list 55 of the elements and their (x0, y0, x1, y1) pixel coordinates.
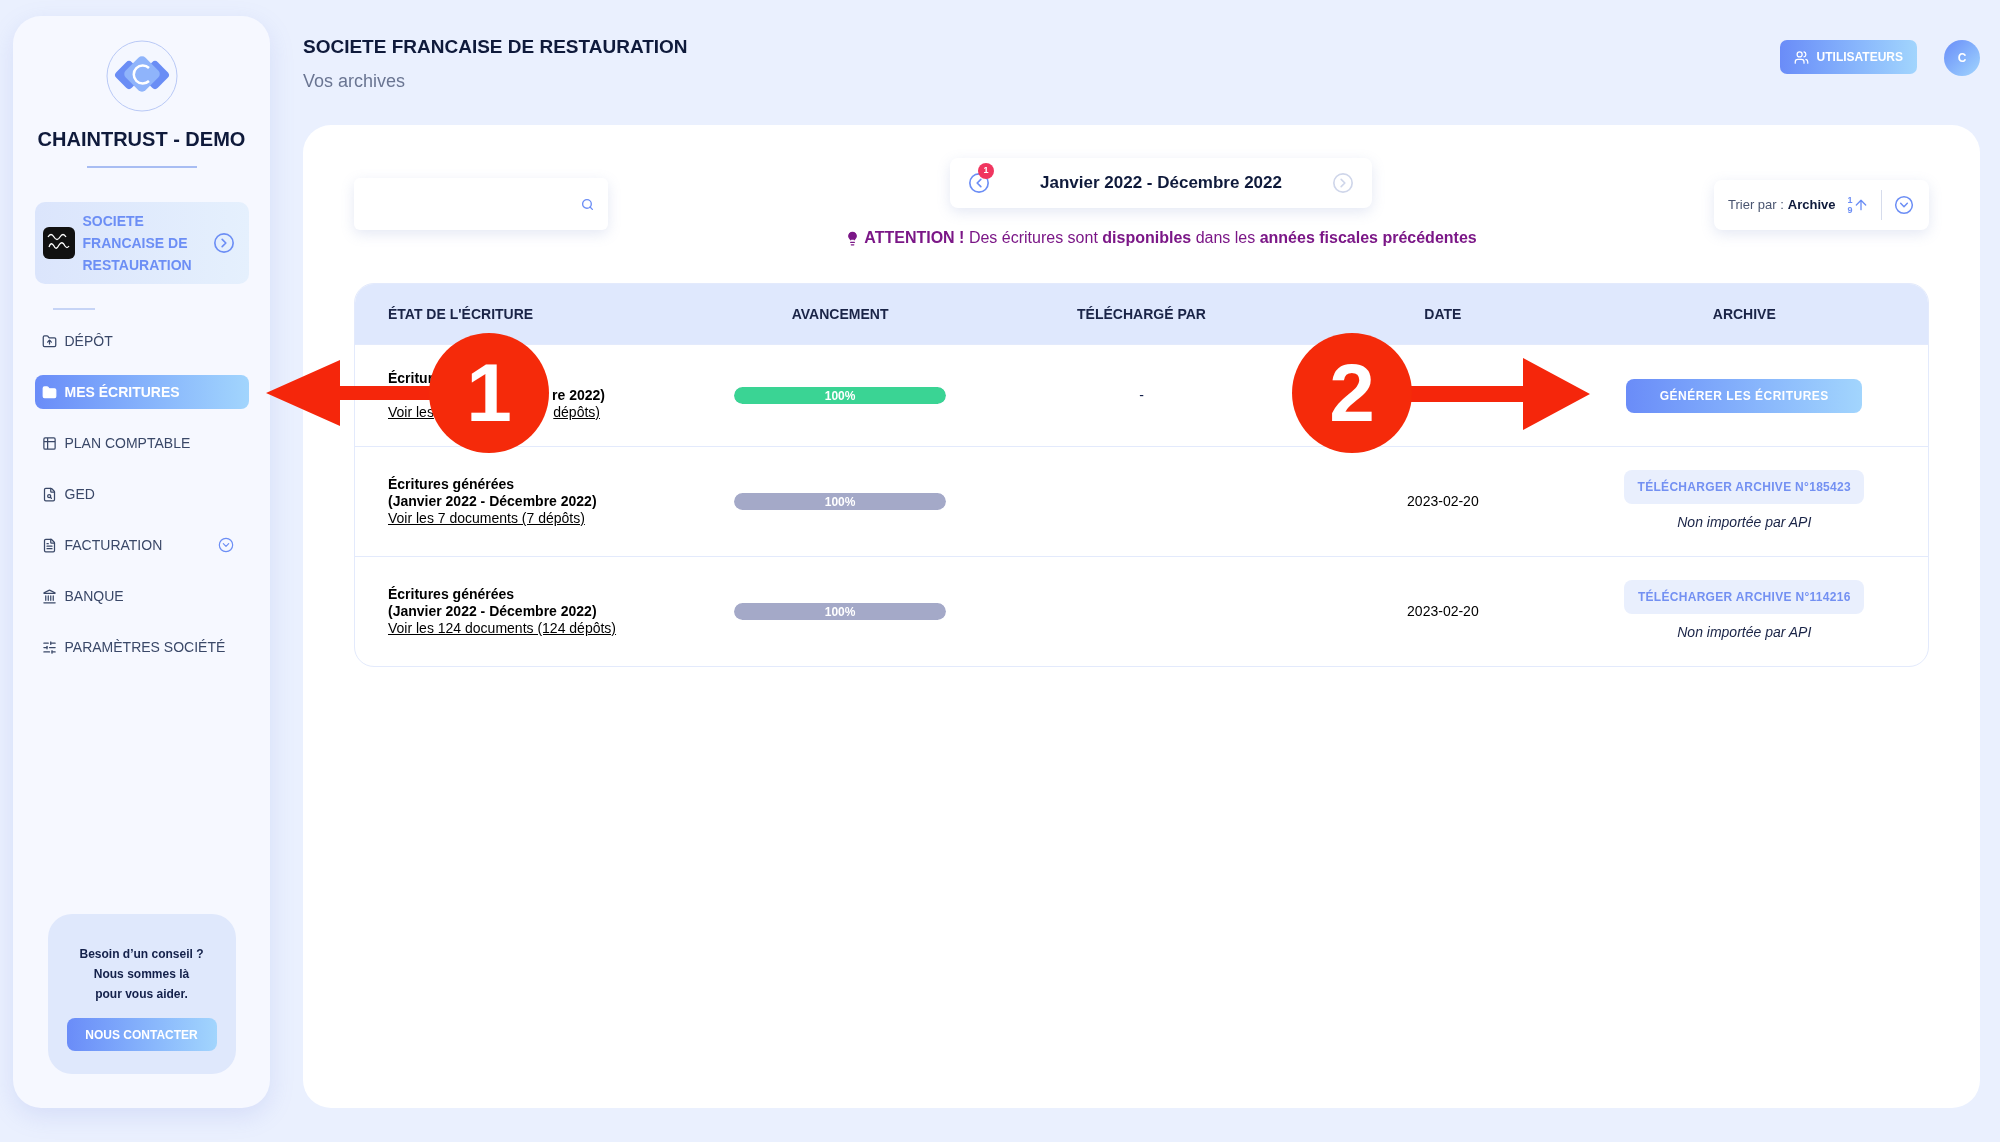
entry-status: Écritures générées (388, 586, 515, 603)
nav-icon (41, 435, 57, 451)
company-name: SOCIETE FRANCAISE DE RESTAURATION (82, 212, 193, 275)
nav-icon (41, 486, 57, 502)
nav-item[interactable]: GED (34, 477, 249, 511)
uploaded-by: - (1139, 386, 1144, 405)
chevron-right-icon[interactable] (212, 232, 235, 254)
search-icon[interactable] (581, 197, 594, 211)
column-header: DATE (1424, 306, 1462, 322)
nav-icon (41, 537, 57, 553)
period-label: Janvier 2022 - Décembre 2022 (1039, 172, 1283, 195)
nav-item[interactable]: FACTURATION (34, 528, 249, 562)
company-logo (42, 227, 75, 259)
nav-item[interactable]: DÉPÔT (34, 324, 249, 358)
entry-period: (Janvier 2022 - Décembre 2022) (388, 603, 597, 620)
progress-label: 100% (823, 493, 857, 510)
chevron-down-icon[interactable] (1893, 195, 1914, 215)
nav-item[interactable]: PLAN COMPTABLE (34, 426, 249, 460)
nav-icon (41, 639, 57, 655)
import-note: Non importée par API (1677, 513, 1812, 532)
brand-name: CHAINTRUST - DEMO (37, 127, 246, 152)
column-header: ÉTAT DE L'ÉCRITURE (388, 306, 534, 322)
import-note: Non importée par API (1677, 623, 1812, 642)
help-text: Besoin d’un conseil ? Nous sommes là pour vous aider. (79, 946, 204, 1003)
nav-icon (41, 384, 57, 400)
page-title: SOCIETE FRANCAISE DE RESTAURATION (303, 35, 688, 59)
nav-icon (41, 333, 57, 349)
previous-period-icon[interactable] (968, 172, 990, 194)
entry-period: (Janvier 2022 - Décembre 2022) (388, 493, 597, 510)
archive-date: 2023-02-20 (1407, 492, 1479, 511)
sort-value: Archive (1787, 196, 1836, 215)
progress-label: 100% (823, 387, 857, 404)
progress-label: 100% (823, 603, 857, 620)
nav-item[interactable]: BANQUE (34, 579, 249, 613)
entry-status: Écritures générées (388, 476, 515, 493)
sort-control[interactable]: Trier par : Archive 1 9 (1714, 180, 1929, 230)
chevron-down-icon[interactable] (217, 537, 234, 553)
nav-icon (41, 588, 57, 604)
notification-badge: 1 (978, 163, 994, 179)
logo-icon (105, 40, 178, 112)
nav-item[interactable]: PARAMÈTRES SOCIÉTÉ (34, 630, 249, 664)
entry-period: re 2022) (552, 387, 605, 404)
documents-link[interactable]: dépôts) (553, 404, 600, 421)
page-subtitle: Vos archives (303, 69, 407, 93)
column-header: AVANCEMENT (791, 306, 889, 322)
documents-link[interactable]: Voir les 7 documents (7 dépôts) (388, 510, 585, 527)
column-header: ARCHIVE (1712, 306, 1776, 322)
documents-link[interactable]: Voir les 124 documents (124 dépôts) (388, 620, 617, 637)
next-period-icon[interactable] (1332, 172, 1354, 194)
archive-date: 2023-02-20 (1407, 602, 1479, 621)
search-field[interactable] (354, 178, 608, 230)
column-header: TÉLÉCHARGÉ PAR (1077, 306, 1206, 322)
users-icon (1793, 49, 1809, 65)
attention-notice: ATTENTION ! Des écritures sont disponibles dans les années fiscales précédentes (864, 228, 1477, 248)
sort-label: Trier par : (1728, 196, 1784, 215)
